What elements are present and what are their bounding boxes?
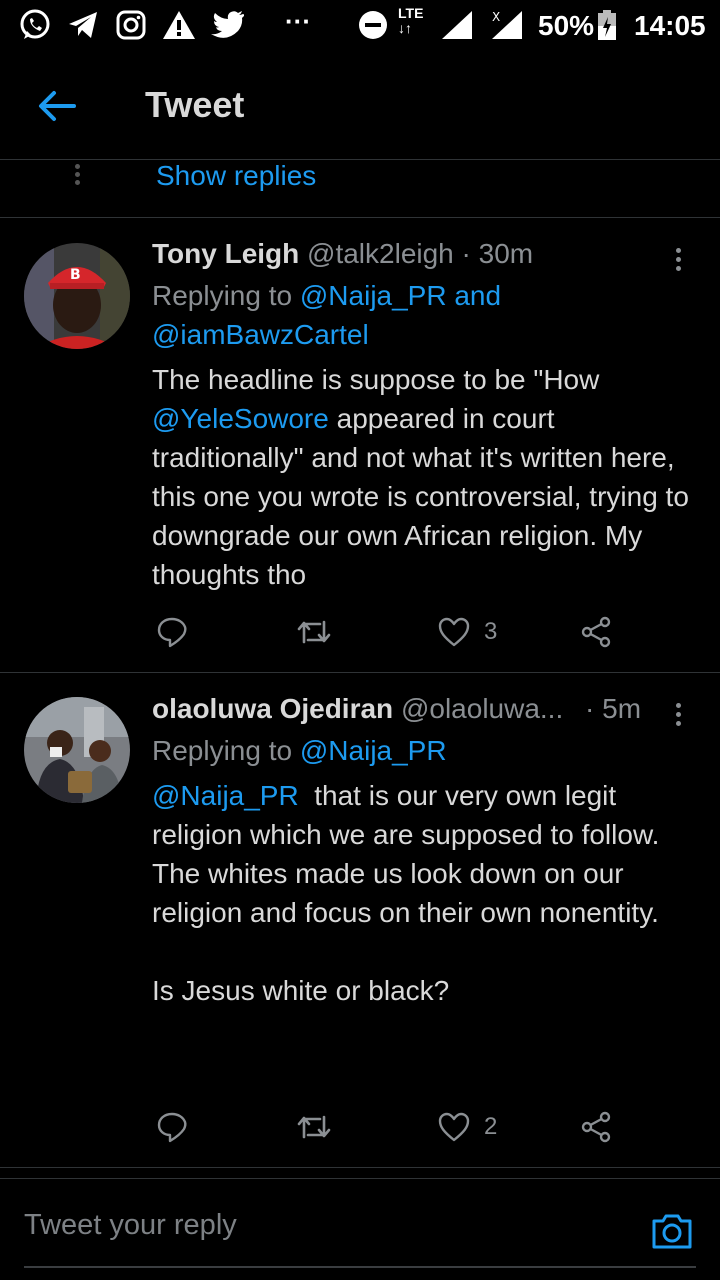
tweet-text-part: Is Jesus white or black? (152, 975, 450, 1006)
back-arrow-icon (39, 91, 76, 121)
status-bar: ··· LTE ↓↑ X 50% 14:05 (0, 0, 720, 50)
tweet[interactable]: olaoluwa Ojediran @olaoluwa... · 5m Repl… (0, 673, 720, 1168)
reply-composer (0, 1178, 720, 1280)
camera-button[interactable] (650, 1211, 694, 1251)
share-button[interactable] (580, 1107, 612, 1147)
reply-button[interactable] (156, 612, 188, 652)
tweet-actions: 3 (152, 612, 632, 652)
instagram-icon (114, 8, 148, 42)
twitter-icon (210, 8, 244, 42)
replying-to-label: Replying to (152, 735, 293, 766)
alert-icon (162, 8, 196, 42)
lte-signal-icon: LTE ↓↑ (398, 5, 424, 36)
signal-icon: X (490, 8, 524, 42)
tweet-text: @Naija_PR that is our very own legit rel… (152, 776, 697, 1010)
show-replies-row: Show replies (0, 160, 720, 218)
author-handle[interactable]: @olaoluwa... (401, 693, 563, 724)
retweet-button[interactable] (296, 612, 332, 652)
share-icon (581, 1111, 611, 1143)
thread-line (74, 162, 82, 185)
input-underline (24, 1266, 696, 1268)
reply-input[interactable] (24, 1209, 624, 1242)
camera-icon (652, 1214, 692, 1249)
telegram-icon (66, 8, 100, 42)
reply-button[interactable] (156, 1107, 188, 1147)
dnd-icon (356, 8, 390, 42)
avatar[interactable]: B (24, 243, 130, 349)
mention-link[interactable]: @iamBawzCartel (152, 319, 369, 350)
author-name[interactable]: olaoluwa Ojediran (152, 693, 393, 724)
like-count: 3 (484, 618, 498, 645)
tweet-text-part: The whites made us look down on our reli… (152, 858, 659, 928)
retweet-button[interactable] (296, 1107, 332, 1147)
page-title: Tweet (145, 84, 245, 125)
mention-link[interactable]: @Naija_PR (300, 735, 447, 766)
author-name[interactable]: Tony Leigh (152, 238, 299, 269)
like-button[interactable]: 3 (438, 612, 497, 652)
signal-icon (440, 8, 474, 42)
tweet-text-part: The headline is suppose to be "How (152, 364, 600, 395)
svg-text:X: X (492, 10, 500, 24)
replying-to: Replying to @Naija_PR (152, 731, 682, 770)
retweet-icon (297, 620, 331, 644)
more-options-icon[interactable] (666, 697, 690, 731)
retweet-icon (297, 1115, 331, 1139)
tweet-time: · 30m (461, 238, 534, 269)
like-count: 2 (484, 1113, 498, 1140)
heart-icon (438, 617, 470, 647)
svg-text:B: B (70, 267, 81, 283)
mention-link[interactable]: @Naija_PR (152, 780, 299, 811)
more-notifications-icon: ··· (285, 6, 311, 36)
tweet-text: The headline is suppose to be "How @Yele… (152, 360, 697, 594)
more-options-icon[interactable] (666, 242, 690, 276)
avatar[interactable] (24, 697, 130, 803)
whatsapp-icon (18, 8, 52, 42)
replying-to: Replying to @Naija_PR and @iamBawzCartel (152, 276, 682, 354)
show-replies-link[interactable]: Show replies (156, 160, 316, 192)
replying-to-label: Replying to (152, 280, 293, 311)
like-button[interactable]: 2 (438, 1107, 497, 1147)
heart-icon (438, 1112, 470, 1142)
share-button[interactable] (580, 612, 612, 652)
reply-icon (157, 617, 187, 648)
clock: 14:05 (634, 10, 706, 41)
reply-icon (157, 1112, 187, 1143)
battery-percentage: 50% (538, 10, 595, 41)
tweet[interactable]: B Tony Leigh @talk2leigh · 30m Replying … (0, 218, 720, 673)
tweet-actions: 2 (152, 1107, 632, 1147)
tweet-time: · 5m (585, 693, 642, 724)
back-button[interactable] (30, 80, 82, 132)
battery-icon (596, 8, 618, 42)
author-handle[interactable]: @talk2leigh (307, 238, 454, 269)
app-header: Tweet (0, 50, 720, 160)
share-icon (581, 616, 611, 648)
mention-link[interactable]: @YeleSowore (152, 403, 329, 434)
mention-link[interactable]: @Naija_PR and (300, 280, 501, 311)
